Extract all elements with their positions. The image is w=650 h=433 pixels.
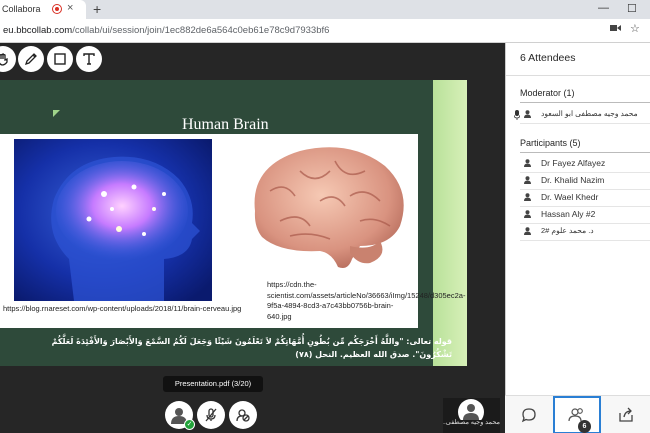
panel-footer: 6 — [505, 395, 650, 433]
presentation-file: Presentation.pdf — [174, 379, 230, 388]
participant-row[interactable]: د. محمد علوم #2 — [506, 223, 650, 240]
participant-name: Dr Fayez Alfayez — [541, 158, 606, 168]
divider — [506, 75, 650, 76]
attendees-button[interactable]: 6 — [553, 396, 601, 433]
avatar-icon — [458, 399, 484, 420]
camera-button[interactable] — [229, 401, 257, 429]
participant-name: Hassan Aly #2 — [541, 209, 596, 219]
shape-icon[interactable] — [47, 46, 73, 72]
camera-off-icon — [236, 409, 250, 422]
participant-name: د. محمد علوم #2 — [541, 226, 594, 235]
divider — [520, 123, 650, 124]
avatar-icon — [524, 210, 531, 218]
minimize-icon[interactable]: — — [598, 2, 609, 14]
moderator-row[interactable]: محمد وجيه مصطفى ابو السعود — [506, 106, 650, 123]
attendees-panel: 6 Attendees Moderator (1) محمد وجيه مصطف… — [505, 43, 650, 433]
avatar-icon — [524, 159, 531, 167]
mic-button[interactable] — [197, 401, 225, 429]
avatar-icon — [524, 193, 531, 201]
participant-row[interactable]: Dr. Khalid Nazim — [506, 172, 650, 189]
mic-muted-icon — [205, 408, 217, 422]
participant-name: Dr. Khalid Nazim — [541, 175, 605, 185]
image-source-right: https://cdn.the-scientist.com/assets/art… — [267, 280, 466, 321]
url-text[interactable]: eu.bbcollab.com/collab/ui/session/join/1… — [3, 25, 329, 36]
address-bar[interactable]: eu.bbcollab.com/collab/ui/session/join/1… — [0, 19, 650, 43]
divider — [520, 152, 650, 153]
self-video-name: محمد وجيه مصطفى... — [443, 419, 500, 426]
divider — [520, 102, 650, 103]
share-content-button[interactable] — [602, 396, 650, 433]
moderator-name: محمد وجيه مصطفى ابو السعود — [541, 109, 638, 118]
browser-tab-bar: Collabora × + — ☐ — [0, 0, 650, 19]
presentation-page: (3/20) — [231, 379, 252, 388]
participants-section-title: Participants (5) — [520, 138, 581, 148]
chat-icon — [521, 408, 536, 423]
tab-close-icon[interactable]: × — [67, 2, 73, 14]
slide-decoration — [53, 110, 60, 117]
self-video-tile[interactable] — [443, 398, 500, 433]
bookmark-star-icon[interactable]: ☆ — [630, 22, 640, 35]
attendee-count-badge: 6 — [578, 420, 591, 433]
camera-permission-icon[interactable] — [610, 23, 621, 36]
avatar-icon — [524, 176, 531, 184]
participant-name: Dr. Wael Khedr — [541, 192, 599, 202]
quran-verse: قوله تعالى: "واللَّهُ أَخْرَجَكُم مِّن ب… — [51, 337, 452, 359]
participant-row[interactable]: Hassan Aly #2 — [506, 206, 650, 223]
browser-tab[interactable]: Collabora × — [0, 0, 86, 19]
new-tab-button[interactable]: + — [93, 1, 101, 17]
brain-scan-image — [14, 139, 212, 301]
status-check-icon: ✓ — [184, 419, 195, 430]
chat-button[interactable] — [505, 396, 553, 433]
participant-row[interactable]: Dr Fayez Alfayez — [506, 155, 650, 172]
divider — [520, 240, 650, 241]
my-status-button[interactable]: ✓ — [165, 401, 195, 430]
avatar-icon — [524, 227, 531, 235]
presentation-label: Presentation.pdf (3/20) — [163, 376, 263, 392]
recording-icon — [53, 5, 61, 13]
url-host: eu.bbcollab.com — [3, 25, 73, 36]
moderator-section-title: Moderator (1) — [520, 88, 575, 98]
mic-icon — [514, 110, 520, 120]
brain-anatomy-image — [254, 147, 404, 268]
maximize-icon[interactable]: ☐ — [627, 2, 637, 15]
share-icon — [619, 407, 633, 422]
participant-row[interactable]: Dr. Wael Khedr — [506, 189, 650, 206]
slide-accent-bar — [433, 80, 467, 366]
tab-title: Collabora — [2, 4, 41, 14]
pen-icon[interactable] — [18, 46, 44, 72]
text-icon[interactable] — [76, 46, 102, 72]
image-source-left: https://blog.rnareset.com/wp-content/upl… — [3, 304, 242, 313]
url-path: /collab/ui/session/join/1ec882de6a564c0e… — [72, 25, 330, 36]
attendees-title: 6 Attendees — [520, 52, 576, 64]
avatar-icon — [524, 110, 531, 118]
